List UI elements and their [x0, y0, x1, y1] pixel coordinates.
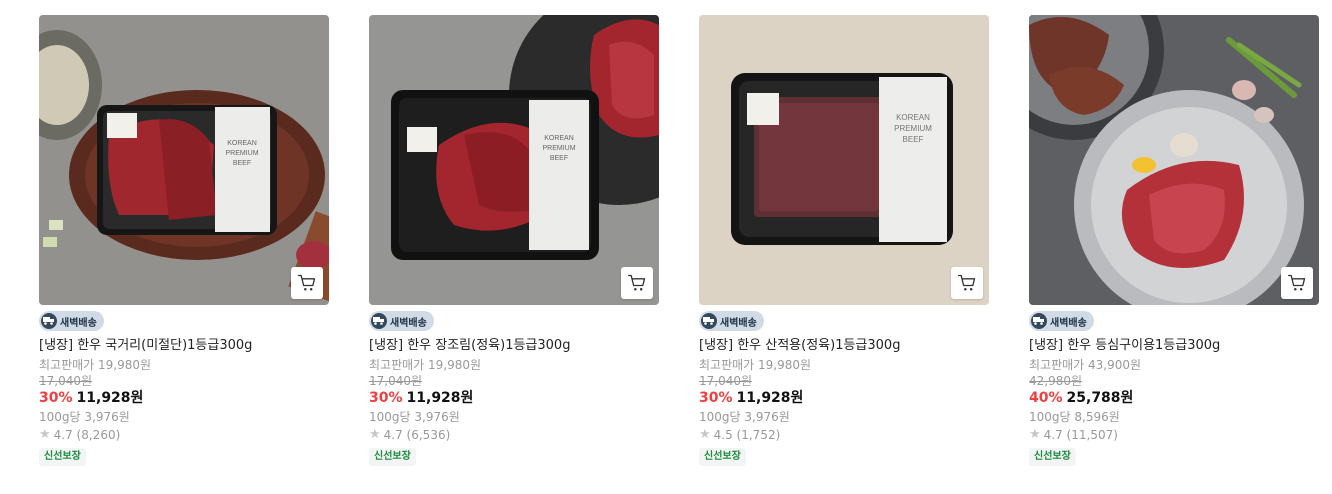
product-photo — [1029, 15, 1319, 305]
star-icon: ★ — [369, 427, 381, 442]
add-to-cart-button[interactable] — [291, 267, 323, 299]
package-label-text: PREMIUM — [542, 145, 575, 152]
star-icon: ★ — [699, 427, 711, 442]
price-row: 30% 11,928원 — [699, 389, 989, 408]
product-image[interactable]: KOREAN PREMIUM BEEF — [699, 15, 989, 305]
product-card[interactable]: KOREAN PREMIUM BEEF 새벽배송 [냉장] 한우 장조림(정육)… — [369, 15, 659, 466]
dawn-delivery-badge: 새벽배송 — [39, 311, 104, 331]
add-to-cart-button[interactable] — [951, 267, 983, 299]
sale-price: 11,928원 — [406, 390, 474, 406]
rating: ★ 4.7 (11,507) — [1029, 426, 1319, 444]
product-card[interactable]: KOREAN PREMIUM BEEF 새벽배송 [냉장] 한우 산적용(정육)… — [699, 15, 989, 466]
unit-price: 100g당 3,976원 — [699, 410, 790, 424]
original-price: 17,040원 — [39, 374, 93, 388]
package-label-text: KOREAN — [544, 135, 574, 142]
product-photo: KOREAN PREMIUM BEEF — [699, 15, 989, 305]
fresh-guarantee-badge: 신선보장 — [699, 448, 746, 466]
dawn-delivery-badge: 새벽배송 — [369, 311, 434, 331]
max-price: 최고판매가 19,980원 — [699, 358, 812, 372]
truck-icon — [371, 313, 387, 329]
package-label-text: PREMIUM — [225, 150, 258, 157]
sale-price: 11,928원 — [736, 390, 804, 406]
dawn-delivery-label: 새벽배송 — [1050, 317, 1087, 329]
product-card[interactable]: 새벽배송 [냉장] 한우 등심구이용1등급300g 최고판매가 43,900원 … — [1029, 15, 1319, 466]
original-price: 17,040원 — [699, 374, 753, 388]
price-row: 30% 11,928원 — [369, 389, 659, 408]
rating-value: 4.5 (1,752) — [713, 428, 781, 442]
unit-price: 100g당 8,596원 — [1029, 410, 1120, 424]
product-name[interactable]: [냉장] 한우 산적용(정육)1등급300g — [699, 337, 989, 355]
package-label-text: KOREAN — [227, 140, 257, 147]
dawn-delivery-badge: 새벽배송 — [699, 311, 764, 331]
unit-price: 100g당 3,976원 — [39, 410, 130, 424]
cart-icon — [298, 274, 316, 291]
fresh-guarantee-badge: 신선보장 — [369, 448, 416, 466]
max-price: 최고판매가 19,980원 — [39, 358, 152, 372]
product-photo: KOREAN PREMIUM BEEF — [39, 15, 329, 305]
truck-icon — [41, 313, 57, 329]
product-name[interactable]: [냉장] 한우 장조림(정육)1등급300g — [369, 337, 659, 355]
sale-price: 25,788원 — [1066, 390, 1134, 406]
original-price: 42,980원 — [1029, 374, 1083, 388]
star-icon: ★ — [39, 427, 51, 442]
product-photo: KOREAN PREMIUM BEEF — [369, 15, 659, 305]
dawn-delivery-label: 새벽배송 — [390, 317, 427, 329]
original-price: 17,040원 — [369, 374, 423, 388]
fresh-guarantee-badge: 신선보장 — [39, 448, 86, 466]
price-row: 40% 25,788원 — [1029, 389, 1319, 408]
package-label-text: KOREAN — [896, 113, 930, 122]
unit-price: 100g당 3,976원 — [369, 410, 460, 424]
rating-value: 4.7 (11,507) — [1043, 428, 1118, 442]
rating-value: 4.7 (6,536) — [383, 428, 451, 442]
product-name[interactable]: [냉장] 한우 국거리(미절단)1등급300g — [39, 337, 329, 355]
product-image[interactable]: KOREAN PREMIUM BEEF — [39, 15, 329, 305]
rating: ★ 4.7 (6,536) — [369, 426, 659, 444]
package-label-text: BEEF — [233, 160, 251, 167]
product-name[interactable]: [냉장] 한우 등심구이용1등급300g — [1029, 337, 1319, 355]
max-price: 최고판매가 43,900원 — [1029, 358, 1142, 372]
product-image[interactable]: KOREAN PREMIUM BEEF — [369, 15, 659, 305]
dawn-delivery-badge: 새벽배송 — [1029, 311, 1094, 331]
package-label-text: BEEF — [903, 135, 924, 144]
dawn-delivery-label: 새벽배송 — [720, 317, 757, 329]
discount-rate: 30% — [39, 390, 73, 406]
star-icon: ★ — [1029, 427, 1041, 442]
package-label-text: BEEF — [550, 155, 568, 162]
price-row: 30% 11,928원 — [39, 389, 329, 408]
truck-icon — [1031, 313, 1047, 329]
rating: ★ 4.5 (1,752) — [699, 426, 989, 444]
add-to-cart-button[interactable] — [1281, 267, 1313, 299]
cart-icon — [628, 274, 646, 291]
truck-icon — [701, 313, 717, 329]
max-price: 최고판매가 19,980원 — [369, 358, 482, 372]
add-to-cart-button[interactable] — [621, 267, 653, 299]
product-card[interactable]: KOREAN PREMIUM BEEF 새벽배송 [냉장] 한우 국거리(미절단… — [39, 15, 329, 466]
dawn-delivery-label: 새벽배송 — [60, 317, 97, 329]
cart-icon — [1288, 274, 1306, 291]
package-label-text: PREMIUM — [894, 124, 932, 133]
cart-icon — [958, 274, 976, 291]
rating-value: 4.7 (8,260) — [53, 428, 121, 442]
product-grid: KOREAN PREMIUM BEEF 새벽배송 [냉장] 한우 국거리(미절단… — [0, 0, 1332, 494]
discount-rate: 30% — [369, 390, 403, 406]
sale-price: 11,928원 — [76, 390, 144, 406]
rating: ★ 4.7 (8,260) — [39, 426, 329, 444]
discount-rate: 40% — [1029, 390, 1063, 406]
discount-rate: 30% — [699, 390, 733, 406]
product-image[interactable] — [1029, 15, 1319, 305]
fresh-guarantee-badge: 신선보장 — [1029, 448, 1076, 466]
